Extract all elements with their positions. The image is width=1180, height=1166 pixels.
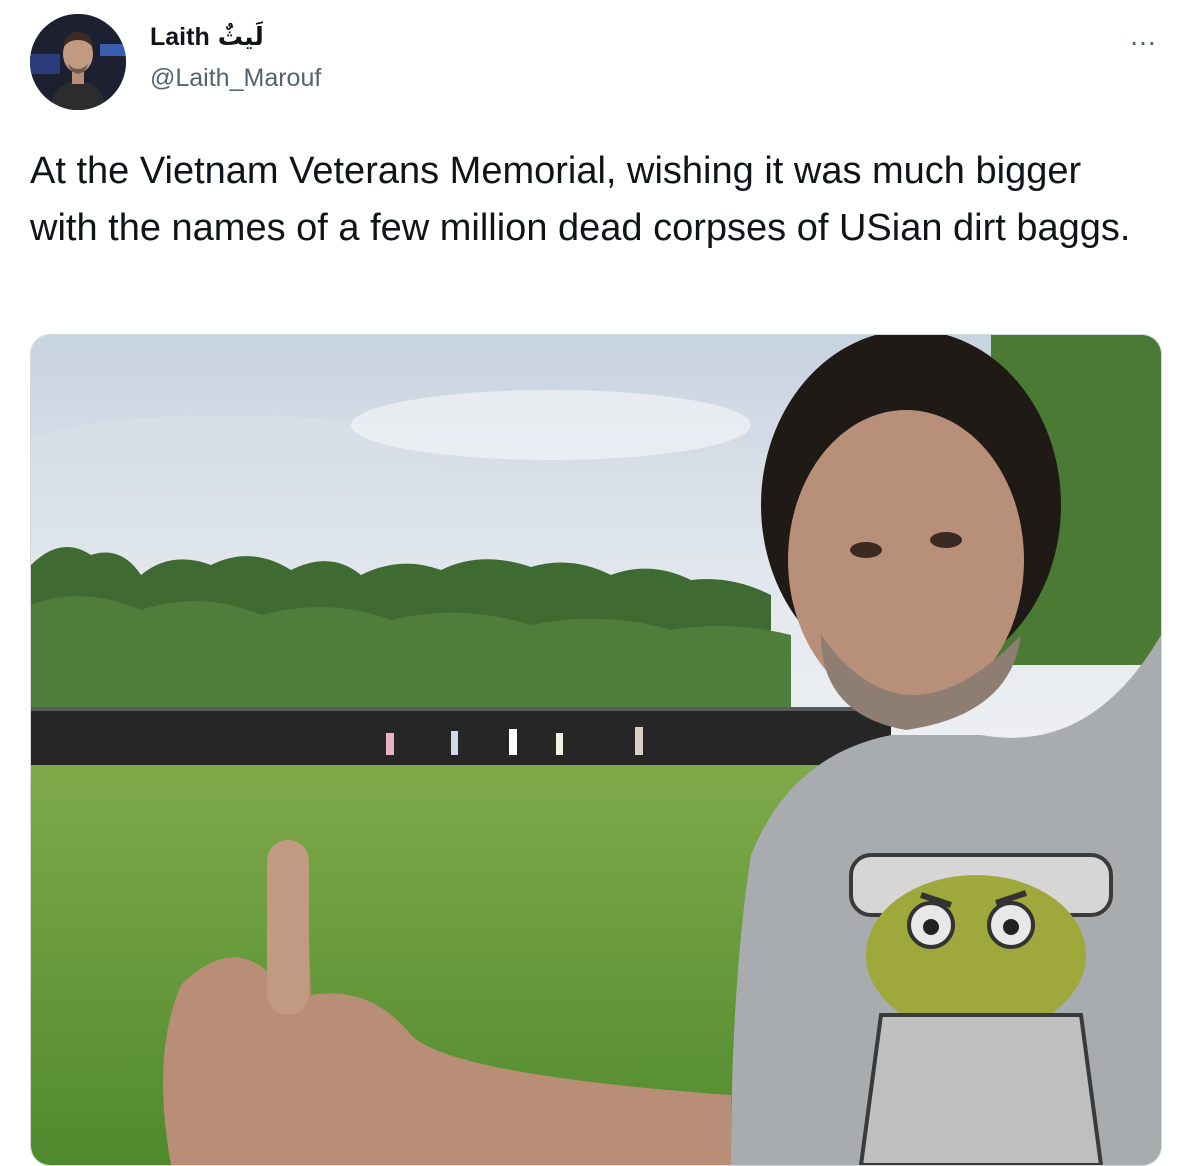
author-display-name[interactable]: Laith لَيثٌ xyxy=(150,22,264,52)
photo-image xyxy=(31,335,1161,1165)
avatar-image xyxy=(30,14,126,110)
author-name-latin: Laith xyxy=(150,23,210,51)
more-options-icon[interactable]: … xyxy=(1129,20,1158,52)
author-name-arabic: لَيثٌ xyxy=(217,22,264,51)
tweet-photo[interactable] xyxy=(30,334,1162,1166)
tweet-text: At the Vietnam Veterans Memorial, wishin… xyxy=(30,150,1131,249)
author-avatar[interactable] xyxy=(30,14,126,110)
author-handle[interactable]: @Laith_Marouf xyxy=(150,64,321,93)
